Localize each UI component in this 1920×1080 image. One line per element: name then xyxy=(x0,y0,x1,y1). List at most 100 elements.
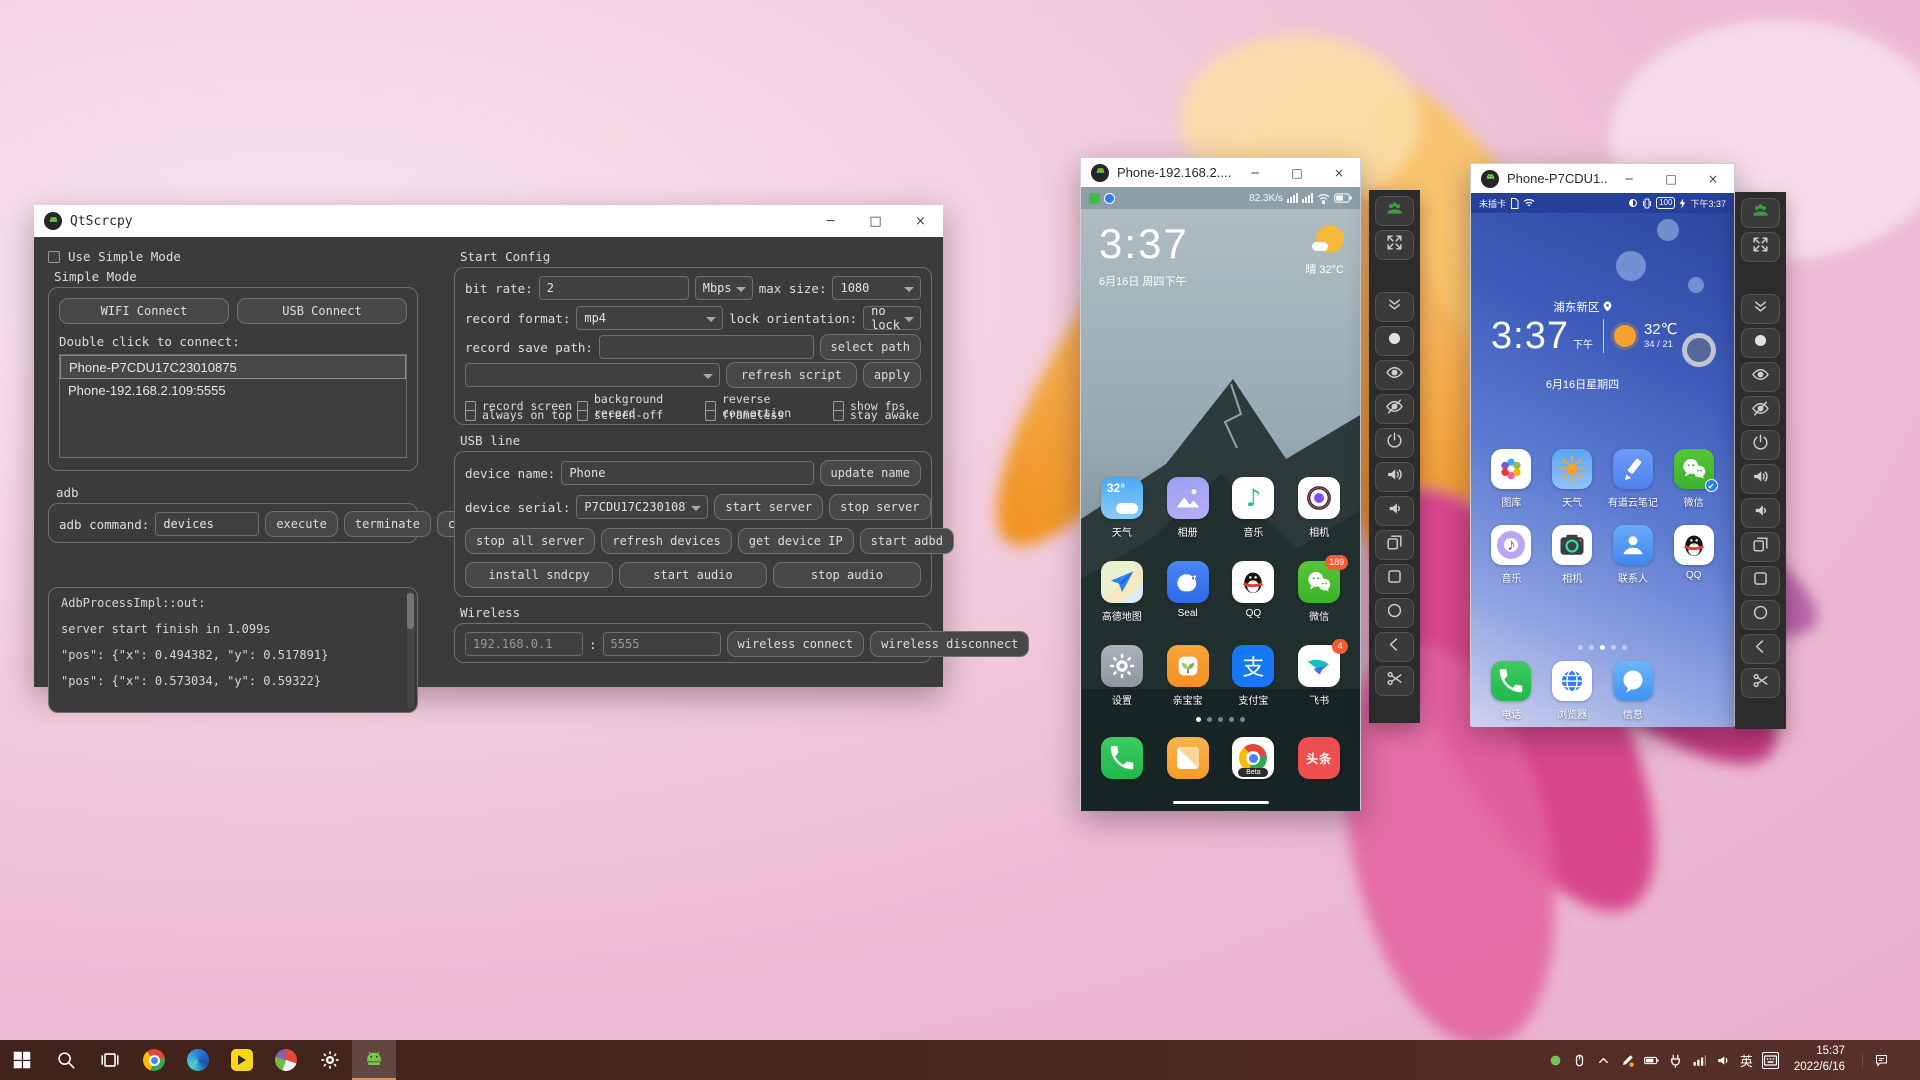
toolbar-power-button[interactable] xyxy=(1375,428,1414,458)
app-sms[interactable] xyxy=(1155,737,1221,779)
minimize-button[interactable]: ─ xyxy=(1234,158,1276,187)
phone1-screen[interactable]: 3:37 6月16日 周四下午 晴 32°C 32°天气相册♪音乐相机高德地图S… xyxy=(1081,209,1360,811)
gallery-hw-icon[interactable] xyxy=(1491,449,1531,489)
start-adbd-button[interactable]: start adbd xyxy=(860,528,954,554)
toolbar-volume-down-button[interactable] xyxy=(1375,496,1414,526)
qq-icon[interactable] xyxy=(1674,525,1714,565)
wireless-connect-button[interactable]: wireless connect xyxy=(727,631,865,657)
tray-volume-icon[interactable] xyxy=(1716,1053,1731,1068)
record-save-path-input[interactable] xyxy=(599,335,814,359)
app-gallery-hw[interactable]: 图库 xyxy=(1481,449,1542,509)
taskbar-edge-button[interactable] xyxy=(176,1040,220,1080)
settings-mi-icon[interactable] xyxy=(1101,645,1143,687)
toolbar-screenshot-button[interactable] xyxy=(1375,666,1414,696)
app-seal[interactable]: Seal xyxy=(1155,561,1221,623)
app-phone-call[interactable] xyxy=(1089,737,1155,779)
app-qq[interactable]: QQ xyxy=(1663,525,1724,585)
app-camera-hw[interactable]: 相机 xyxy=(1542,525,1603,585)
stop-server-button[interactable]: stop server xyxy=(829,494,930,520)
use-simple-mode-checkbox[interactable]: Use Simple Mode xyxy=(48,249,181,264)
app-alipay[interactable]: 支支付宝 xyxy=(1221,645,1287,707)
music-hw-icon[interactable]: ♪ xyxy=(1491,525,1531,565)
tray-battery-icon[interactable] xyxy=(1644,1053,1659,1068)
phone-call-icon[interactable] xyxy=(1101,737,1143,779)
weather-mi-icon[interactable]: 32° xyxy=(1101,477,1143,519)
toolbar-home-button[interactable] xyxy=(1741,600,1780,630)
taskbar-potplayer-button[interactable] xyxy=(220,1040,264,1080)
app-weather-hw[interactable]: 天气 xyxy=(1542,449,1603,509)
app-chrome[interactable]: Beta xyxy=(1221,737,1287,779)
toolbar-volume-up-button[interactable] xyxy=(1741,464,1780,494)
close-button[interactable]: × xyxy=(898,205,943,237)
select-path-button[interactable]: select path xyxy=(820,334,921,360)
contacts-icon[interactable] xyxy=(1613,525,1653,565)
refresh-script-button[interactable]: refresh script xyxy=(726,362,857,388)
amap-icon[interactable] xyxy=(1101,561,1143,603)
get-device-ip-button[interactable]: get device IP xyxy=(738,528,854,554)
wireless-port-input[interactable] xyxy=(603,632,721,656)
app-weather-mi[interactable]: 32°天气 xyxy=(1089,477,1155,539)
checkbox-box[interactable] xyxy=(48,251,60,263)
adb-command-input[interactable] xyxy=(155,512,259,536)
youdao-icon[interactable] xyxy=(1613,449,1653,489)
toolbar-touch-button[interactable] xyxy=(1741,328,1780,358)
app-amap[interactable]: 高德地图 xyxy=(1089,561,1155,623)
toolbar-power-button[interactable] xyxy=(1741,430,1780,460)
camera-hw-icon[interactable] xyxy=(1552,525,1592,565)
device-name-input[interactable] xyxy=(561,461,813,485)
toolbar-expand-more-button[interactable] xyxy=(1375,292,1414,322)
toolbar-app-switch-button[interactable] xyxy=(1741,532,1780,562)
wechat-icon[interactable]: ✔ xyxy=(1674,449,1714,489)
phone2-screen[interactable]: 浦东新区 3:37 下午 32℃ 34 / 21 6月16日星期四 图库天气有道… xyxy=(1471,213,1734,727)
usb-connect-button[interactable]: USB Connect xyxy=(237,298,407,324)
assistive-ball[interactable] xyxy=(1682,333,1716,367)
toolbar-back-button[interactable] xyxy=(1741,634,1780,664)
toolbar-screen-off-button[interactable] xyxy=(1741,396,1780,426)
seal-icon[interactable] xyxy=(1167,561,1209,603)
phone-call-icon[interactable] xyxy=(1491,661,1531,701)
app-feishu[interactable]: 4飞书 xyxy=(1286,645,1352,707)
weather-hw-icon[interactable] xyxy=(1552,449,1592,489)
close-button[interactable]: × xyxy=(1692,164,1734,193)
lock-orientation-combo[interactable]: no lock xyxy=(863,306,921,330)
app-qinbaobao[interactable]: 亲宝宝 xyxy=(1155,645,1221,707)
wireless-disconnect-button[interactable]: wireless disconnect xyxy=(870,631,1029,657)
toolbar-menu-button[interactable] xyxy=(1741,566,1780,596)
toolbar-screenshot-button[interactable] xyxy=(1741,668,1780,698)
qqmusic-icon[interactable]: ♪ xyxy=(1232,477,1274,519)
toolbar-back-button[interactable] xyxy=(1375,632,1414,662)
app-settings-mi[interactable]: 设置 xyxy=(1089,645,1155,707)
script-combo[interactable] xyxy=(465,363,720,387)
toolbar-screen-on-button[interactable] xyxy=(1741,362,1780,392)
tray-plug-icon[interactable] xyxy=(1668,1053,1683,1068)
qq-icon[interactable] xyxy=(1232,561,1274,603)
maximize-button[interactable]: □ xyxy=(1650,164,1692,193)
close-button[interactable]: × xyxy=(1318,158,1360,187)
start-server-button[interactable]: start server xyxy=(714,494,823,520)
taskbar-qtscrcpy-button[interactable] xyxy=(352,1040,396,1080)
ime-language-indicator[interactable]: 英 xyxy=(1740,1051,1753,1070)
device-list-item[interactable]: Phone-192.168.2.109:5555 xyxy=(60,379,406,403)
alipay-icon[interactable]: 支 xyxy=(1232,645,1274,687)
always-on-top-checkbox[interactable]: always on top xyxy=(465,408,577,422)
tray-mouse-icon[interactable] xyxy=(1572,1053,1587,1068)
stop-all-server-button[interactable]: stop all server xyxy=(465,528,595,554)
tray-android-icon[interactable] xyxy=(1548,1053,1563,1068)
msg-hw-icon[interactable] xyxy=(1613,661,1653,701)
phone1-titlebar[interactable]: Phone-192.168.2.... ─ □ × xyxy=(1081,158,1360,187)
terminate-button[interactable]: terminate xyxy=(344,511,431,537)
toolbar-touch-button[interactable] xyxy=(1375,326,1414,356)
chrome-icon[interactable]: Beta xyxy=(1232,737,1274,779)
app-wechat[interactable]: ✔微信 xyxy=(1663,449,1724,509)
taskbar-clock[interactable]: 15:37 2022/6/16 xyxy=(1788,1044,1851,1075)
wifi-connect-button[interactable]: WIFI Connect xyxy=(59,298,229,324)
action-center-button[interactable] xyxy=(1862,1053,1900,1068)
taskbar-chrome-button[interactable] xyxy=(132,1040,176,1080)
stay-awake-checkbox[interactable]: stay awake xyxy=(833,408,921,422)
apply-button[interactable]: apply xyxy=(863,362,921,388)
app-gallery-mi[interactable]: 相册 xyxy=(1155,477,1221,539)
device-serial-combo[interactable]: P7CDU17C2301087 xyxy=(576,495,708,519)
toolbar-screen-off-button[interactable] xyxy=(1375,394,1414,424)
app-browser-hw[interactable]: 浏览器 xyxy=(1542,661,1603,721)
qinbaobao-icon[interactable] xyxy=(1167,645,1209,687)
